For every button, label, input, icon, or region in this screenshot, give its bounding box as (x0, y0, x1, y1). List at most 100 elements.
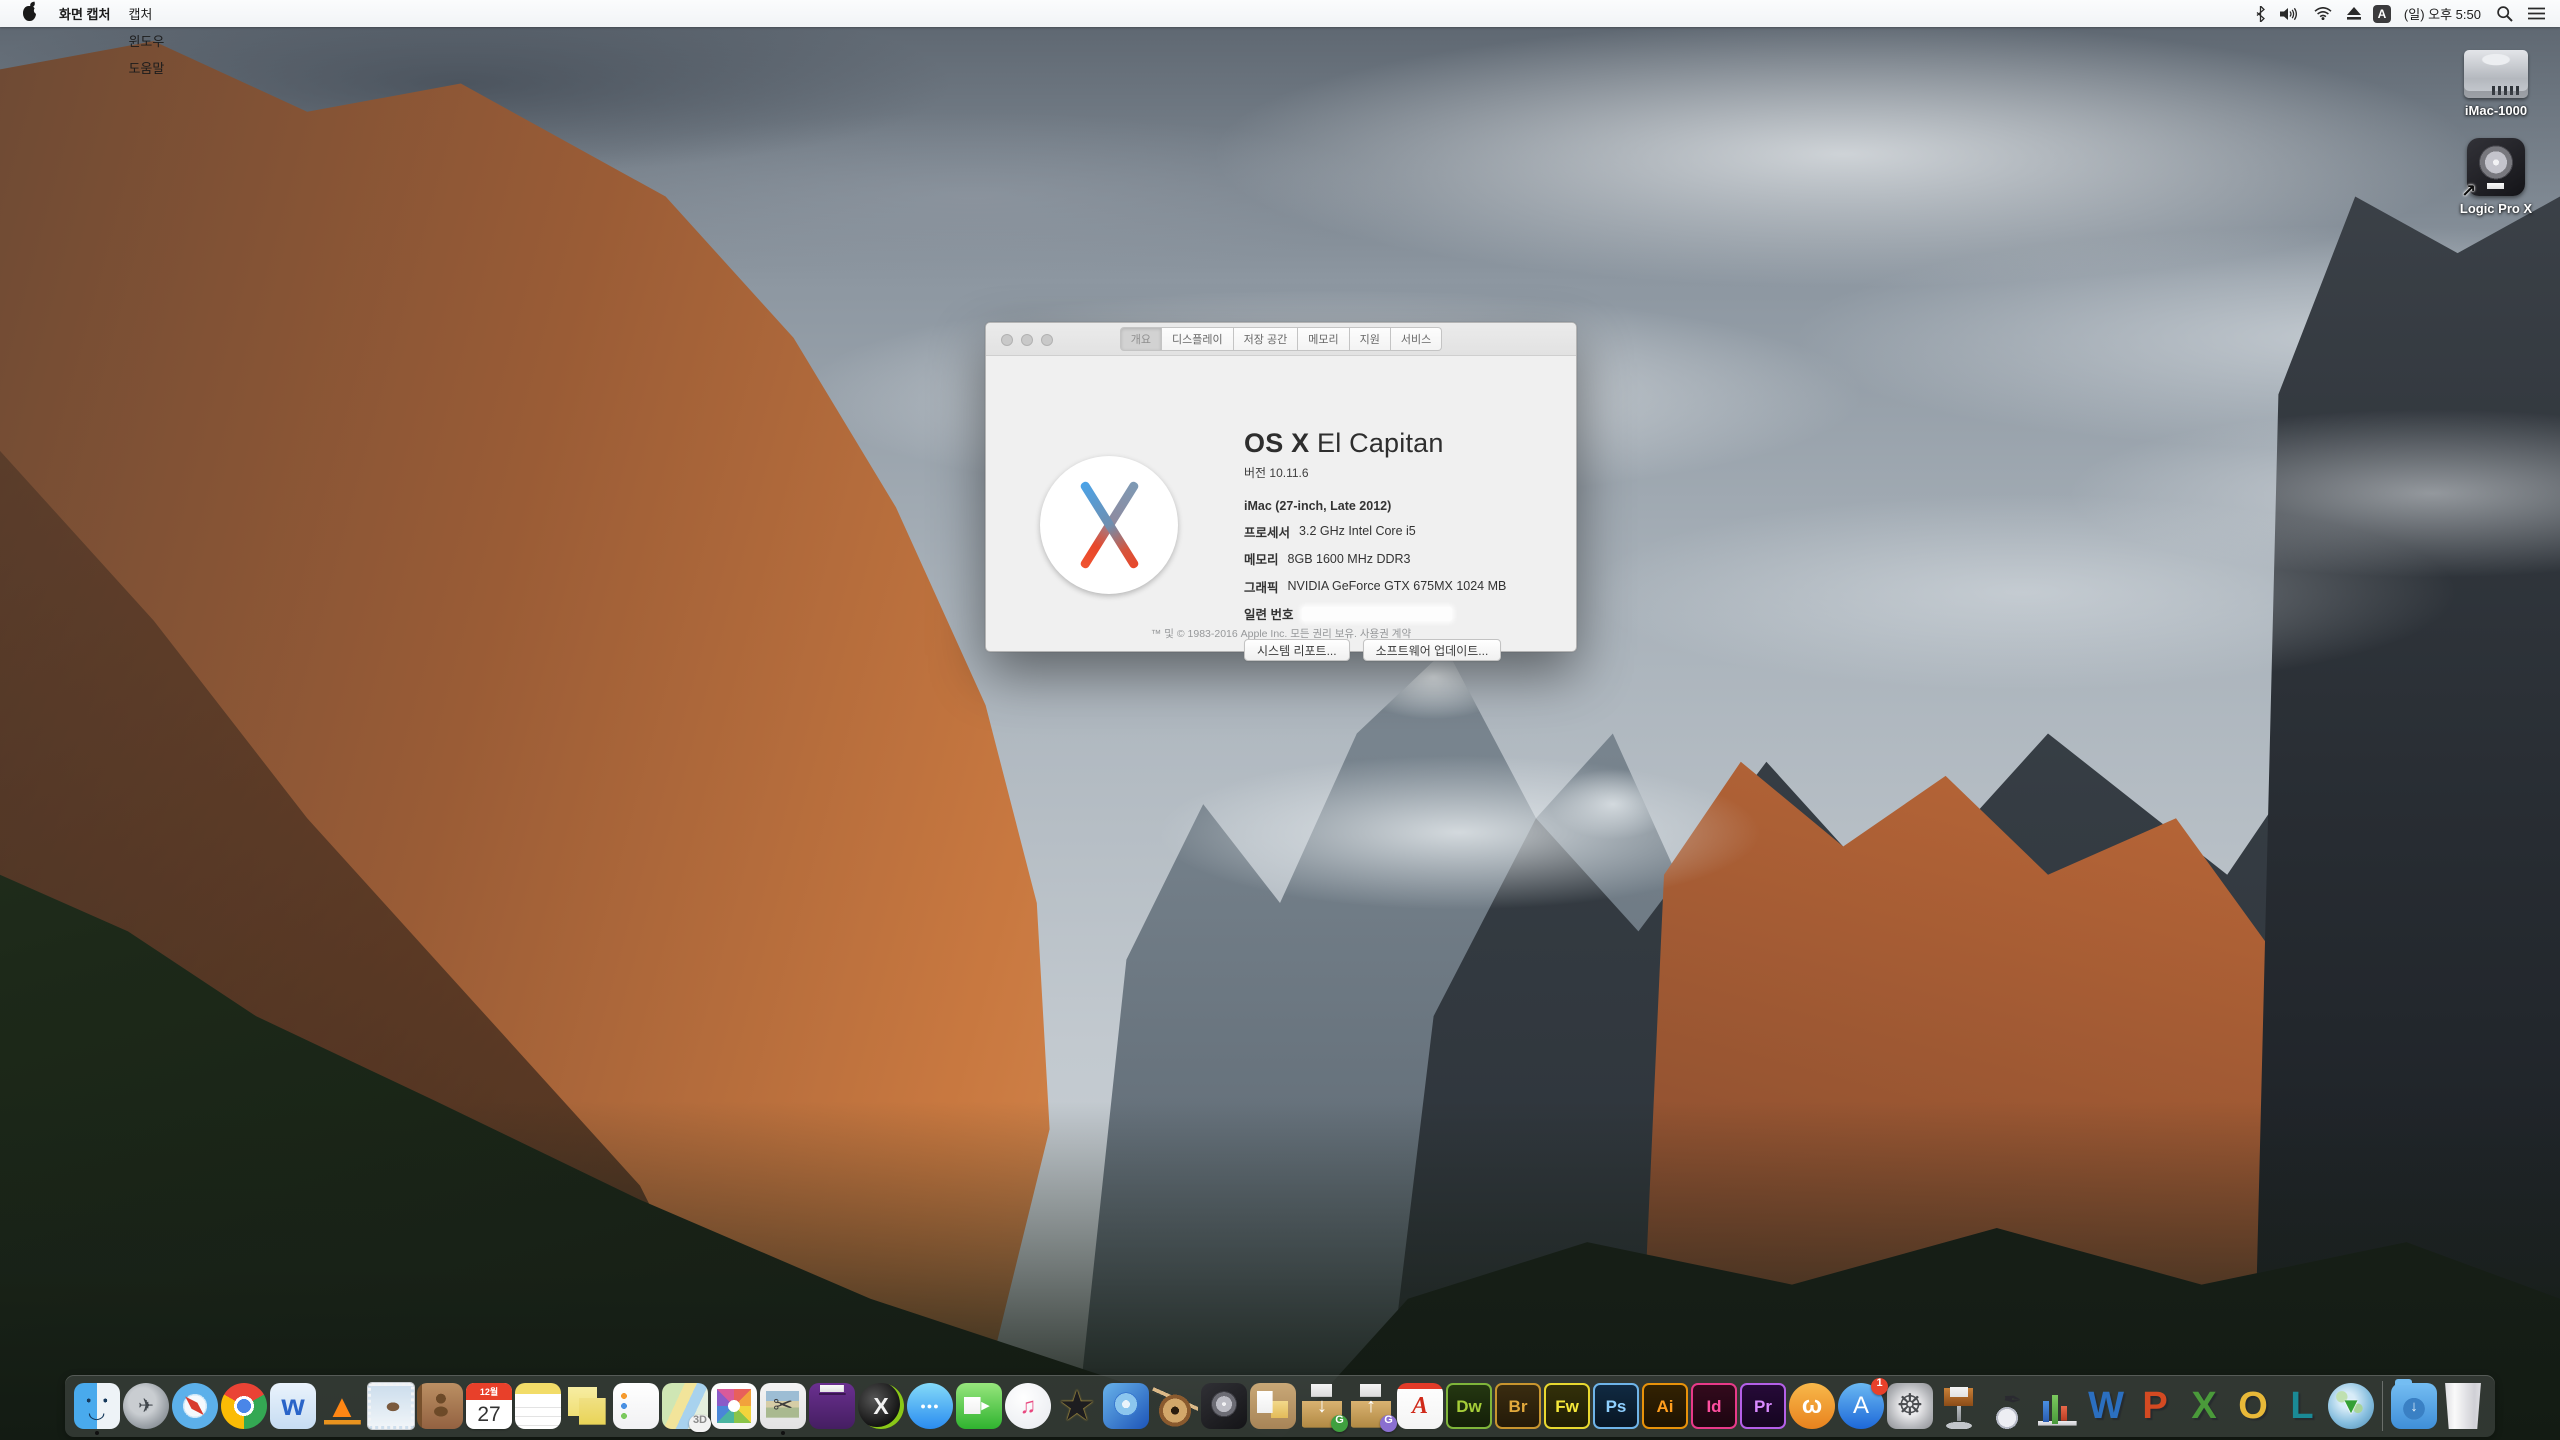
dreamweaver-glyph: Dw (1456, 1398, 1482, 1415)
finder-tile: ◡ (74, 1383, 120, 1429)
dock-itunes-icon[interactable]: ♫ (1004, 1375, 1052, 1437)
tab-메모리[interactable]: 메모리 (1298, 327, 1349, 351)
spec-value: 8GB 1600 MHz DDR3 (1288, 552, 1411, 566)
software-update-button[interactable]: 소프트웨어 업데이트... (1363, 639, 1502, 661)
dock-imovie-icon[interactable]: ★ (1053, 1375, 1101, 1437)
dock-collage-board-icon[interactable] (1249, 1375, 1297, 1437)
dock-photos-icon[interactable] (710, 1375, 758, 1437)
spotlight-icon[interactable] (2494, 0, 2516, 27)
dock-word-icon[interactable]: W (2082, 1375, 2130, 1437)
dock-messages-icon[interactable]: ●●● (906, 1375, 954, 1437)
dock-numbers-icon[interactable] (2033, 1375, 2081, 1437)
app-store-tile: A1 (1838, 1383, 1884, 1429)
dock-lync-icon[interactable]: L (2278, 1375, 2326, 1437)
dock-mail-icon[interactable] (367, 1375, 415, 1437)
tab-디스플레이[interactable]: 디스플레이 (1162, 327, 1234, 351)
quarkxpress-glyph: X (873, 1395, 888, 1418)
indesign-glyph: Id (1706, 1398, 1721, 1415)
dock-download-manager-icon[interactable]: ▼ (2327, 1375, 2375, 1437)
dock-quarkxpress-icon[interactable]: X (857, 1375, 905, 1437)
volume-icon[interactable] (2277, 0, 2302, 27)
logic-pro-x-alias[interactable]: ↗Logic Pro X (2444, 138, 2548, 216)
dock-notes-icon[interactable] (514, 1375, 562, 1437)
os-title-name: El Capitan (1309, 428, 1443, 458)
tab-서비스[interactable]: 서비스 (1391, 327, 1442, 351)
menu-bar-clock[interactable]: (일) 오후 5:50 (2400, 4, 2485, 23)
dock-stickies-icon[interactable] (563, 1375, 611, 1437)
dock-chrome-icon[interactable] (220, 1375, 268, 1437)
maps-badge: 3D (689, 1415, 711, 1432)
dock-keynote-icon[interactable] (1935, 1375, 1983, 1437)
menu-item[interactable]: 캡처 (119, 0, 173, 27)
dock-finder-icon[interactable]: ◡ (73, 1375, 121, 1437)
dock-system-preferences-icon[interactable]: ☸ (1886, 1375, 1934, 1437)
notification-center-icon[interactable] (2525, 0, 2548, 27)
about-buttons: 시스템 리포트... 소프트웨어 업데이트... (1244, 639, 1506, 661)
close-button[interactable] (1001, 334, 1013, 346)
dock-launchpad-icon[interactable]: ✈ (122, 1375, 170, 1437)
dock-acrobat-icon[interactable]: A (1396, 1375, 1444, 1437)
minimize-button[interactable] (1021, 334, 1033, 346)
active-app-menu[interactable]: 화면 캡처 (50, 0, 119, 27)
bluetooth-icon[interactable] (2253, 0, 2268, 27)
facetime-glyph: ▶ (981, 1401, 989, 1412)
dock-pages-icon[interactable]: ✒ (1984, 1375, 2032, 1437)
dock-screen-capture-icon[interactable]: ✂ (759, 1375, 807, 1437)
dock-logic-pro-icon[interactable] (1200, 1375, 1248, 1437)
dock-contacts-icon[interactable] (416, 1375, 464, 1437)
input-source-badge[interactable]: A (2373, 5, 2391, 23)
powerpoint-glyph: P (2142, 1387, 2167, 1425)
screen-capture-running-indicator (781, 1431, 785, 1435)
menu-item[interactable]: 도움말 (119, 54, 173, 81)
dock-stuffit-expander-icon[interactable]: ↓G (1298, 1375, 1346, 1437)
dock-toast-icon[interactable] (808, 1375, 856, 1437)
dock-downloads-folder-icon[interactable]: ↓ (2390, 1375, 2438, 1437)
dock-facetime-icon[interactable]: ▶ (955, 1375, 1003, 1437)
dock-bridge-icon[interactable]: Br (1494, 1375, 1542, 1437)
desktop-icon-label: Logic Pro X (2460, 201, 2532, 216)
dock-idvd-icon[interactable] (1102, 1375, 1150, 1437)
dock-fireworks-icon[interactable]: Fw (1543, 1375, 1591, 1437)
dock-app-store-icon[interactable]: A1 (1837, 1375, 1885, 1437)
dock-safari-icon[interactable]: ◆ (171, 1375, 219, 1437)
dock-premiere-icon[interactable]: Pr (1739, 1375, 1787, 1437)
dock-outlook-icon[interactable]: O (2229, 1375, 2277, 1437)
tab-지원[interactable]: 지원 (1350, 327, 1391, 351)
apple-menu[interactable] (14, 0, 50, 27)
spec-rows: 프로세서 3.2 GHz Intel Core i5 메모리 8GB 1600 MHz… (1244, 522, 1506, 624)
dock-excel-icon[interactable]: X (2180, 1375, 2228, 1437)
dock-illustrator-icon[interactable]: Ai (1641, 1375, 1689, 1437)
window-titlebar[interactable]: 개요디스플레이저장 공간메모리지원서비스 (986, 323, 1576, 356)
dock-webhard-icon[interactable]: w (269, 1375, 317, 1437)
powerpoint-tile: P (2132, 1383, 2178, 1429)
dock-reminders-icon[interactable] (612, 1375, 660, 1437)
dock-powerpoint-icon[interactable]: P (2131, 1375, 2179, 1437)
dock-dreamweaver-icon[interactable]: Dw (1445, 1375, 1493, 1437)
spec-row: 일련 번호 (1244, 604, 1506, 623)
tab-저장 공간[interactable]: 저장 공간 (1234, 327, 1299, 351)
dock-trash-icon[interactable] (2439, 1375, 2487, 1437)
dock-vlc-icon[interactable]: ▲ (318, 1375, 366, 1437)
wifi-icon[interactable] (2311, 0, 2335, 27)
garageband-tile (1152, 1383, 1198, 1429)
dock-garageband-icon[interactable] (1151, 1375, 1199, 1437)
menu-item[interactable]: 윈도우 (119, 27, 173, 54)
dock-indesign-icon[interactable]: Id (1690, 1375, 1738, 1437)
imac-1000-volume[interactable]: iMac-1000 (2444, 50, 2548, 118)
dock-calendar-icon[interactable]: 12월27 (465, 1375, 513, 1437)
system-report-button[interactable]: 시스템 리포트... (1244, 639, 1350, 661)
spec-label: 프로세서 (1244, 522, 1290, 541)
dock-divider (2376, 1375, 2389, 1437)
dock-ibooks-icon[interactable]: ω (1788, 1375, 1836, 1437)
tab-개요[interactable]: 개요 (1120, 327, 1162, 351)
alias-arrow-badge: ↗ (2461, 181, 2476, 202)
download-manager-tile: ▼ (2328, 1383, 2374, 1429)
spec-label: 메모리 (1244, 549, 1279, 568)
dock-photoshop-icon[interactable]: Ps (1592, 1375, 1640, 1437)
spec-value: 3.2 GHz Intel Core i5 (1299, 524, 1416, 538)
idvd-tile (1103, 1383, 1149, 1429)
zoom-button[interactable] (1041, 334, 1053, 346)
dock-maps-icon[interactable]: 3D (661, 1375, 709, 1437)
dock-stuffit-dropstuff-icon[interactable]: ↑G (1347, 1375, 1395, 1437)
eject-icon[interactable] (2344, 0, 2364, 27)
